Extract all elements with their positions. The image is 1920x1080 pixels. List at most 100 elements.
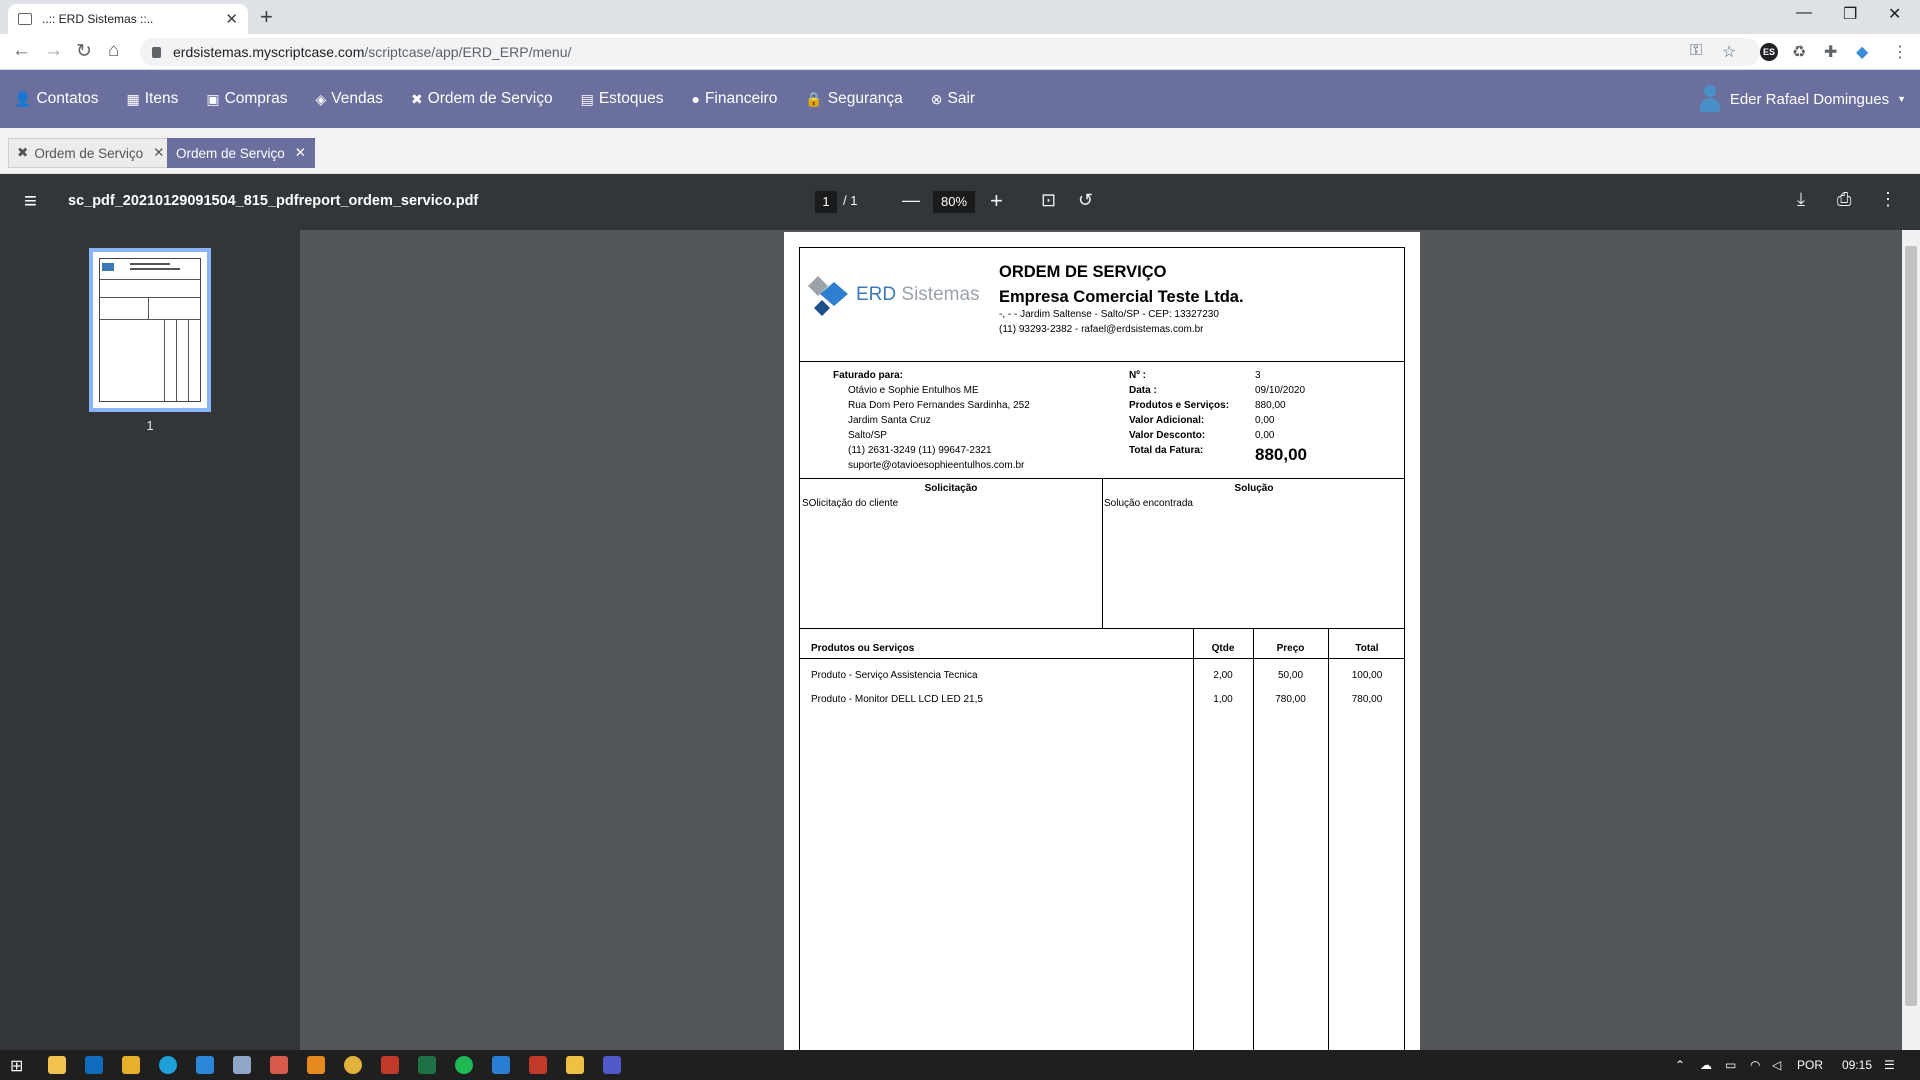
battery-icon[interactable]: ▭ xyxy=(1725,1058,1736,1072)
excel-icon[interactable] xyxy=(418,1056,436,1074)
user-menu[interactable]: Eder Rafael Domingues ▼ xyxy=(1698,85,1906,113)
erd-extension-icon[interactable]: ◆ xyxy=(1856,42,1868,62)
outlook-icon[interactable] xyxy=(85,1056,103,1074)
close-tab-icon[interactable]: ✕ xyxy=(225,10,238,28)
minimize-button[interactable]: — xyxy=(1796,4,1812,22)
company-contact: (11) 93293-2382 - rafael@erdsistemas.com… xyxy=(999,324,1204,335)
more-options-icon[interactable]: ⋮ xyxy=(1879,189,1897,210)
zoom-in-button[interactable]: + xyxy=(990,188,1003,214)
recycle-extension-icon[interactable]: ♻ xyxy=(1792,42,1806,62)
file-manager-icon[interactable] xyxy=(566,1056,584,1074)
zoom-input[interactable]: 80% xyxy=(933,191,975,213)
nav-itens[interactable]: ▦ Itens xyxy=(126,90,178,108)
close-window-button[interactable]: ✕ xyxy=(1888,4,1901,24)
reload-button[interactable]: ↻ xyxy=(76,40,92,63)
url-path: /scriptcase/app/ERD_ERP/menu/ xyxy=(364,44,572,60)
nav-seguranca[interactable]: 🔒 Segurança xyxy=(805,90,902,108)
avatar xyxy=(1698,85,1722,113)
volume-icon[interactable]: ◁ xyxy=(1772,1058,1781,1072)
rotate-icon[interactable]: ↺ xyxy=(1078,190,1093,211)
notifications-icon[interactable]: ☰ xyxy=(1884,1058,1895,1072)
tools-icon: ✖ xyxy=(17,145,29,160)
number-label: Nº : xyxy=(1129,370,1146,381)
folder-app-icon[interactable] xyxy=(122,1056,140,1074)
close-tab-icon[interactable]: ✕ xyxy=(153,145,164,161)
number-value: 3 xyxy=(1255,370,1261,381)
nav-financeiro[interactable]: ● Financeiro xyxy=(691,90,777,108)
print-icon[interactable]: ⎙ xyxy=(1837,189,1851,210)
row2-product: Produto - Monitor DELL LCD LED 21,5 xyxy=(811,694,983,705)
nav-ordem-servico[interactable]: ✖ Ordem de Serviço xyxy=(411,90,553,108)
scrollbar-thumb[interactable] xyxy=(1905,246,1917,1006)
download-icon[interactable]: ⤓ xyxy=(1797,189,1805,210)
solution-text: Solução encontrada xyxy=(1104,498,1193,509)
products-label: Produtos e Serviços: xyxy=(1129,400,1230,411)
edge-icon[interactable] xyxy=(159,1056,177,1074)
chrome-menu-icon[interactable]: ⋮ xyxy=(1892,42,1908,62)
url-host: erdsistemas.myscriptcase.com xyxy=(173,44,365,60)
windows-start-icon[interactable]: ⊞ xyxy=(10,1056,23,1076)
page-number-input[interactable]: 1 xyxy=(815,191,837,213)
row1-price: 50,00 xyxy=(1277,670,1304,681)
user-icon: 👤 xyxy=(14,90,32,107)
new-tab-button[interactable]: + xyxy=(260,4,273,30)
page-thumbnail[interactable] xyxy=(89,248,211,412)
app-icon[interactable] xyxy=(381,1056,399,1074)
address-bar[interactable]: erdsistemas.myscriptcase.com/scriptcase/… xyxy=(140,38,1760,66)
chevron-up-icon[interactable]: ⌃ xyxy=(1675,1058,1685,1072)
doc-title: ORDEM DE SERVIÇO xyxy=(999,263,1167,281)
zoom-out-button[interactable]: — xyxy=(902,190,920,211)
hamburger-menu-icon[interactable]: ≡ xyxy=(24,188,37,214)
customer-district: Jardim Santa Cruz xyxy=(848,415,931,426)
tools-icon: ✖ xyxy=(410,90,423,107)
discount-value: 0,00 xyxy=(1255,430,1275,441)
language-indicator[interactable]: POR xyxy=(1797,1058,1823,1072)
date-label: Data : xyxy=(1129,385,1157,396)
sublime-icon[interactable] xyxy=(307,1056,325,1074)
products-value: 880,00 xyxy=(1255,400,1286,411)
star-icon[interactable]: ☆ xyxy=(1722,42,1736,62)
nav-estoques[interactable]: ▤ Estoques xyxy=(581,90,664,108)
back-button[interactable]: ← xyxy=(12,40,31,62)
row2-price: 780,00 xyxy=(1275,694,1306,705)
app-icon[interactable] xyxy=(270,1056,288,1074)
file-explorer-icon[interactable] xyxy=(48,1056,66,1074)
nav-compras[interactable]: ▣ Compras xyxy=(206,90,287,108)
teams-icon[interactable] xyxy=(603,1056,621,1074)
restore-button[interactable]: ❐ xyxy=(1843,4,1857,24)
app-icon[interactable] xyxy=(233,1056,251,1074)
forward-button[interactable]: → xyxy=(44,40,63,62)
fit-page-icon[interactable]: ⊡ xyxy=(1041,190,1056,211)
chrome-icon[interactable] xyxy=(344,1056,362,1074)
solution-title: Solução xyxy=(1234,483,1274,494)
puzzle-extension-icon[interactable]: ✚ xyxy=(1824,42,1837,62)
app-icon[interactable] xyxy=(492,1056,510,1074)
row1-total: 100,00 xyxy=(1351,670,1383,681)
app-tab-1[interactable]: ✖ Ordem de Serviço ✕ xyxy=(8,138,174,168)
pdf-scrollbar[interactable] xyxy=(1902,230,1920,1050)
home-button[interactable]: ⌂ xyxy=(108,40,119,62)
key-icon[interactable]: ⚿ xyxy=(1690,42,1702,60)
total-label: Total da Fatura: xyxy=(1129,445,1204,456)
monitor-icon xyxy=(18,13,32,25)
browser-tab[interactable]: ..:: ERD Sistemas ::.. ✕ xyxy=(8,4,248,34)
erd-logo-text: ERD Sistemas xyxy=(856,284,980,305)
app-tab-2-active[interactable]: Ordem de Serviço ✕ xyxy=(167,138,316,168)
extension-es-icon[interactable]: ES xyxy=(1760,43,1778,61)
nav-sair[interactable]: ⊗ Sair xyxy=(931,90,975,108)
nav-vendas[interactable]: ◈ Vendas xyxy=(315,90,383,108)
spotify-icon[interactable] xyxy=(455,1056,473,1074)
nav-contatos[interactable]: 👤 Contatos xyxy=(14,90,98,108)
cloud-icon[interactable]: ☁ xyxy=(1700,1058,1712,1072)
bag-icon: ▣ xyxy=(206,90,220,107)
brave-icon[interactable] xyxy=(529,1056,547,1074)
pdf-canvas[interactable]: ERD Sistemas ORDEM DE SERVIÇO Empresa Co… xyxy=(300,230,1902,1050)
close-circle-icon: ⊗ xyxy=(930,90,943,107)
wifi-icon[interactable]: ◠ xyxy=(1750,1058,1760,1072)
pdf-filename: sc_pdf_20210129091504_815_pdfreport_orde… xyxy=(68,193,479,209)
clock[interactable]: 09:15 xyxy=(1842,1058,1872,1072)
close-tab-icon[interactable]: ✕ xyxy=(295,145,306,161)
mail-icon[interactable] xyxy=(196,1056,214,1074)
pdf-thumbnail-sidebar: 1 xyxy=(0,230,300,1050)
customer-name: Otávio e Sophie Entulhos ME xyxy=(848,385,979,396)
